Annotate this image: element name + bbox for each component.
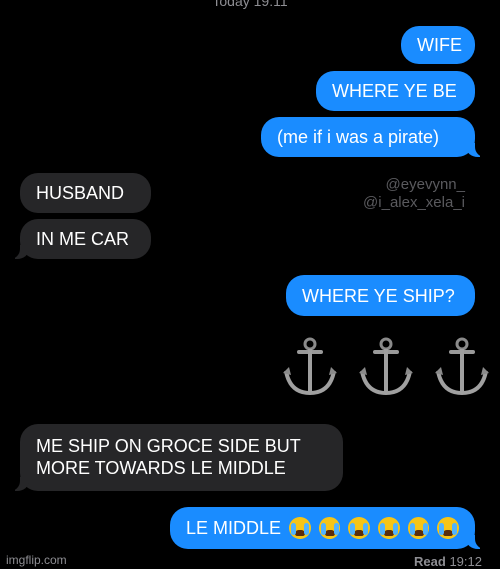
message-pirate[interactable]: (me if i was a pirate) — [261, 117, 489, 157]
conversation-timestamp: Today 19:11 — [212, 0, 288, 9]
message-in-me-car[interactable]: IN ME CAR — [6, 219, 151, 259]
watermark: @eyevynn_ @i_alex_xela_i — [345, 176, 465, 212]
loudly-crying-face-icon — [318, 517, 341, 539]
message-text: LE MIDDLE — [186, 518, 282, 538]
read-time: 19:12 — [449, 554, 482, 569]
message-text: HUSBAND — [36, 183, 125, 203]
imgflip-watermark: imgflip.com — [6, 553, 67, 567]
message-where-ye-ship[interactable]: WHERE YE SHIP? — [286, 275, 475, 316]
read-label: Read — [414, 554, 446, 569]
message-le-middle[interactable]: LE MIDDLE — [170, 507, 489, 549]
message-text: IN ME CAR — [36, 229, 130, 249]
read-receipt: Read 19:12 — [414, 554, 482, 569]
message-text: (me if i was a pirate) — [277, 127, 440, 147]
message-me-ship[interactable]: ME SHIP ON GROCE SIDE BUT MORE TOWARDS L… — [6, 424, 343, 491]
message-text-line-1: ME SHIP ON GROCE SIDE BUT — [36, 436, 301, 456]
message-where-ye-be[interactable]: WHERE YE BE — [316, 71, 475, 111]
message-text: WHERE YE SHIP? — [302, 285, 455, 306]
watermark-line-2: @i_alex_xela_i — [363, 194, 465, 211]
message-text-line-2: MORE TOWARDS LE MIDDLE — [36, 458, 286, 478]
anchor-icon — [358, 337, 414, 397]
anchor-icon — [282, 337, 338, 397]
loudly-crying-face-icon — [348, 517, 370, 539]
message-text: WHERE YE BE — [332, 81, 457, 101]
message-husband[interactable]: HUSBAND — [20, 173, 151, 213]
anchor-emoji-row[interactable] — [282, 337, 490, 397]
anchor-icon — [434, 337, 490, 397]
watermark-line-1: @eyevynn_ — [385, 176, 465, 193]
loudly-crying-face-icon — [407, 517, 430, 539]
message-text: WIFE — [417, 35, 462, 55]
loudly-crying-face-icon — [289, 517, 311, 539]
message-wife[interactable]: WIFE — [401, 26, 475, 64]
loudly-crying-face-icon — [437, 517, 459, 539]
loudly-crying-face-icon — [378, 517, 400, 539]
